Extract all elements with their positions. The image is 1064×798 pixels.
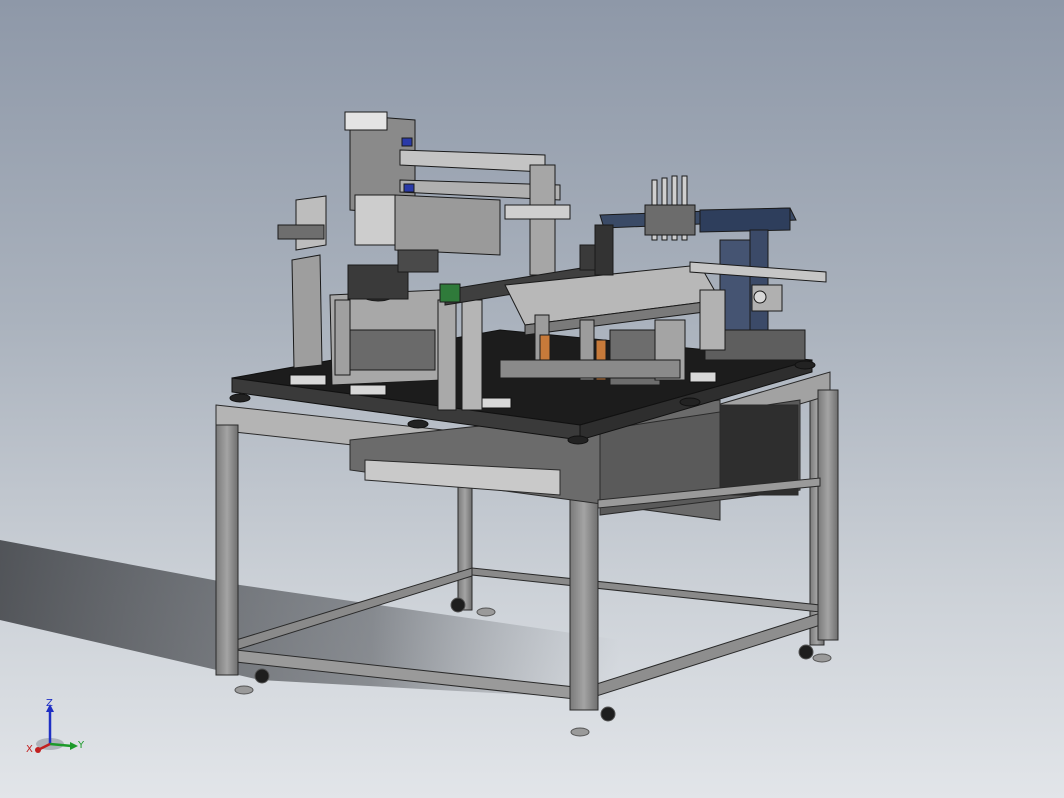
machine-assembly-model[interactable] xyxy=(0,0,1064,798)
y-axis-label: Y xyxy=(77,740,85,751)
z-axis-label: Z xyxy=(46,698,53,709)
x-axis-label: X xyxy=(26,744,33,755)
graphics-viewport[interactable]: Z Y X xyxy=(0,0,1064,798)
coordinate-triad: Z Y X xyxy=(26,698,85,755)
